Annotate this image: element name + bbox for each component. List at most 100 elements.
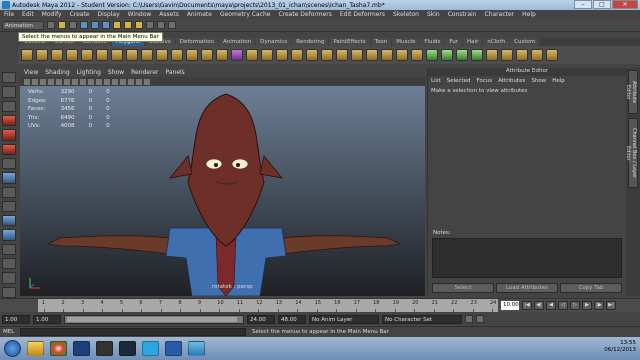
soft-mod-tool-icon[interactable] <box>2 172 16 184</box>
move-tool-icon[interactable] <box>2 114 16 127</box>
image-plane-icon[interactable] <box>40 78 46 85</box>
close-button[interactable]: ✕ <box>612 0 638 9</box>
range-slider[interactable] <box>64 314 244 324</box>
append-polygon-icon[interactable] <box>276 49 288 61</box>
save-scene-icon[interactable] <box>69 21 77 29</box>
shelf-tab[interactable]: Deformation <box>175 38 219 46</box>
menu-edit-deformers[interactable]: Edit Deformers <box>340 11 385 18</box>
select-tool-icon[interactable] <box>2 72 16 84</box>
safe-action-icon[interactable] <box>80 78 86 85</box>
poly-cone-icon[interactable] <box>66 49 78 61</box>
step-forward-key-icon[interactable]: |▶ <box>594 301 604 310</box>
select-button[interactable]: Select <box>432 283 494 293</box>
rotate-tool-icon[interactable] <box>2 129 16 141</box>
grid-toggle-icon[interactable] <box>48 78 54 85</box>
minimize-button[interactable]: – <box>574 0 592 9</box>
maya-taskbar-icon[interactable] <box>188 341 205 356</box>
step-back-key-icon[interactable]: ◀| <box>534 301 544 310</box>
isolate-select-icon[interactable] <box>144 78 150 85</box>
render-icon[interactable] <box>146 21 154 29</box>
wireframe-on-shaded-icon[interactable] <box>104 78 110 85</box>
select-object-icon[interactable] <box>91 21 99 29</box>
animation-end-field[interactable]: 48.00 <box>278 314 306 324</box>
anim-layer-dropdown[interactable]: No Anim Layer <box>309 314 379 324</box>
attribute-editor-tab[interactable]: Attribute Editor <box>625 70 638 114</box>
load-attributes-button[interactable]: Load Attributes <box>496 283 558 293</box>
panel-menu-shading[interactable]: Shading <box>45 69 69 76</box>
harden-edge-icon[interactable] <box>411 49 423 61</box>
auto-key-icon[interactable] <box>465 315 473 323</box>
split-polygon-icon[interactable] <box>306 49 318 61</box>
wireframe-icon[interactable] <box>88 78 94 85</box>
shelf-tab[interactable]: Rendering <box>292 38 329 46</box>
last-tool-icon[interactable] <box>2 200 16 213</box>
current-frame-field[interactable]: 10.00 <box>501 301 519 310</box>
separate-icon[interactable] <box>216 49 228 61</box>
new-scene-icon[interactable] <box>47 21 55 29</box>
manipulator-tool-icon[interactable] <box>2 157 16 170</box>
poly-torus-icon[interactable] <box>96 49 108 61</box>
delete-edge-icon[interactable] <box>381 49 393 61</box>
character-model[interactable] <box>20 86 425 296</box>
ae-menu-list[interactable]: List <box>431 78 441 84</box>
persp-graph-layout-icon[interactable] <box>2 258 16 270</box>
select-component-icon[interactable] <box>102 21 110 29</box>
cylindrical-mapping-icon[interactable] <box>441 49 453 61</box>
media-player-icon[interactable] <box>96 341 113 356</box>
poly-cylinder-icon[interactable] <box>51 49 63 61</box>
file-explorer-icon[interactable] <box>27 341 44 356</box>
panel-menu-view[interactable]: View <box>24 69 38 76</box>
render-settings-icon[interactable] <box>168 21 176 29</box>
animation-start-field[interactable]: 1.00 <box>2 314 30 324</box>
perspective-viewport[interactable]: Verts: 3290 0 0 Edges: 6776 0 0 Faces: 3456 0 0 T… <box>20 86 425 296</box>
bookmark-icon[interactable] <box>32 78 38 85</box>
play-backward-icon[interactable]: ◁ <box>558 301 568 310</box>
poly-prism-icon[interactable] <box>111 49 123 61</box>
mel-input[interactable] <box>20 328 246 336</box>
panel-menu-lighting[interactable]: Lighting <box>77 69 101 76</box>
panel-menu-show[interactable]: Show <box>108 69 124 76</box>
automatic-mapping-icon[interactable] <box>471 49 483 61</box>
mel-label[interactable]: MEL <box>0 329 20 335</box>
extrude-icon[interactable] <box>246 49 258 61</box>
word-icon[interactable] <box>165 341 182 356</box>
hypershade-icon[interactable] <box>501 49 513 61</box>
four-view-layout-icon[interactable] <box>2 229 16 241</box>
shelf-tab[interactable]: Toon <box>370 38 392 46</box>
fill-hole-icon[interactable] <box>291 49 303 61</box>
poly-sphere-icon[interactable] <box>21 49 33 61</box>
show-manipulator-icon[interactable] <box>2 186 16 198</box>
menu-window[interactable]: Window <box>128 11 152 18</box>
lasso-tool-icon[interactable] <box>2 86 16 98</box>
notes-field[interactable] <box>432 238 622 278</box>
channel-box-tab[interactable]: Channel Box / Layer Editor <box>625 118 638 188</box>
combine-icon[interactable] <box>201 49 213 61</box>
offset-edge-loop-icon[interactable] <box>336 49 348 61</box>
paint-icon[interactable] <box>516 49 528 61</box>
ae-menu-focus[interactable]: Focus <box>476 78 492 84</box>
ipr-render-icon[interactable] <box>157 21 165 29</box>
soften-edge-icon[interactable] <box>396 49 408 61</box>
poly-pyramid-icon[interactable] <box>126 49 138 61</box>
shelf-tab[interactable]: nCloth <box>483 38 510 46</box>
gate-mask-icon[interactable] <box>72 78 78 85</box>
poly-helix-icon[interactable] <box>156 49 168 61</box>
bevel-icon[interactable] <box>351 49 363 61</box>
panel-menu-panels[interactable]: Panels <box>165 69 184 76</box>
snap-curve-icon[interactable] <box>124 21 132 29</box>
ae-menu-attributes[interactable]: Attributes <box>498 78 525 84</box>
menu-display[interactable]: Display <box>98 11 120 18</box>
menu-create-deformers[interactable]: Create Deformers <box>278 11 331 18</box>
start-button[interactable] <box>4 340 21 357</box>
film-gate-icon[interactable] <box>56 78 62 85</box>
ae-menu-help[interactable]: Help <box>552 78 565 84</box>
menu-skin[interactable]: Skin <box>427 11 440 18</box>
shadows-icon[interactable] <box>128 78 134 85</box>
menu-set-dropdown[interactable]: Animation <box>2 20 44 30</box>
camera-attributes-icon[interactable] <box>24 78 30 85</box>
shelf-tab[interactable]: Custom <box>510 38 540 46</box>
open-scene-icon[interactable] <box>58 21 66 29</box>
time-slider[interactable]: 1 2 3 4 5 6 7 8 9 10 11 12 13 14 15 16 17 18 19 20 21 22 23 24 … <box>0 298 640 313</box>
menu-edit[interactable]: Edit <box>22 11 34 18</box>
step-back-frame-icon[interactable]: ◀ <box>546 301 556 310</box>
